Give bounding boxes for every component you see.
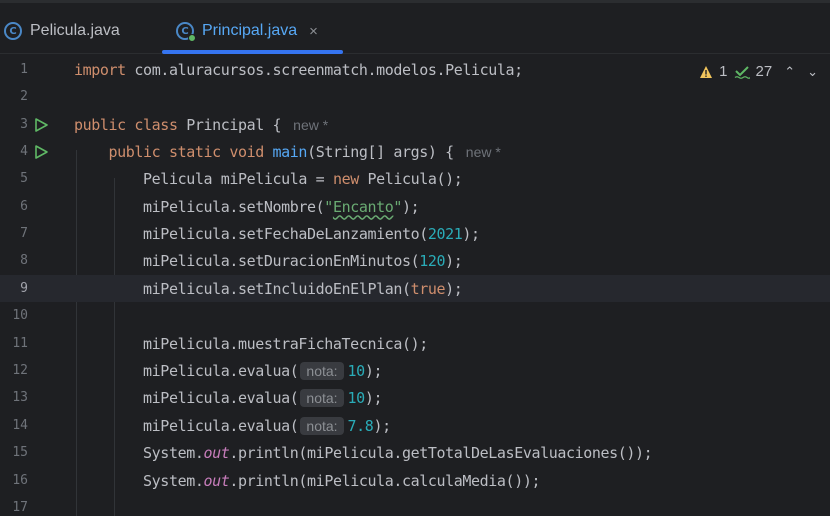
line-number: 11 — [12, 336, 28, 352]
parameter-hint: nota: — [300, 388, 344, 407]
code-text: miPelicula.setNombre("Encanto"); — [143, 197, 420, 216]
code-text: miPelicula.evalua(nota: 7.8); — [143, 416, 391, 435]
code-line[interactable]: 12 miPelicula.evalua(nota: 10); — [0, 357, 830, 384]
code-text: public static void main(String[] args) {… — [108, 142, 501, 161]
run-icon[interactable] — [33, 117, 49, 133]
code-text: import com.aluracursos.screenmatch.model… — [74, 60, 523, 79]
author-hint[interactable]: new * — [293, 117, 328, 133]
class-run-icon: C — [176, 22, 196, 42]
code-editor[interactable]: 1 27 ⌃ ⌄ 1 import com.aluracursos.screen… — [0, 55, 830, 516]
code-text: public class Principal {new * — [74, 115, 329, 134]
code-text: System.out.println(miPelicula.calculaMed… — [143, 471, 541, 490]
line-number: 10 — [12, 308, 28, 324]
parameter-hint: nota: — [300, 361, 344, 380]
code-line[interactable]: 13 miPelicula.evalua(nota: 10); — [0, 384, 830, 411]
close-tab-icon[interactable]: × — [309, 23, 318, 40]
tab-principal-java[interactable]: C Principal.java × — [176, 14, 318, 48]
author-hint[interactable]: new * — [466, 144, 501, 160]
line-number: 13 — [12, 390, 28, 406]
code-line[interactable]: 14 miPelicula.evalua(nota: 7.8); — [0, 412, 830, 439]
code-line[interactable]: 1 import com.aluracursos.screenmatch.mod… — [0, 56, 830, 83]
tab-bar-top-border — [0, 0, 830, 3]
code-line[interactable]: 17 — [0, 494, 830, 516]
editor-tab-bar: C Pelicula.java C Principal.java × — [0, 0, 830, 54]
line-number: 8 — [20, 253, 28, 269]
code-text: miPelicula.setDuracionEnMinutos(120); — [143, 251, 463, 270]
line-number: 5 — [20, 171, 28, 187]
run-icon[interactable] — [33, 144, 49, 160]
line-number: 9 — [20, 281, 28, 297]
line-number: 3 — [20, 117, 28, 133]
line-number: 15 — [12, 445, 28, 461]
code-text: miPelicula.setFechaDeLanzamiento(2021); — [143, 224, 480, 243]
line-number: 12 — [12, 363, 28, 379]
parameter-hint: nota: — [300, 416, 344, 435]
code-text: Pelicula miPelicula = new Pelicula(); — [143, 169, 463, 188]
code-line[interactable]: 8 miPelicula.setDuracionEnMinutos(120); — [0, 247, 830, 274]
code-line[interactable]: 7 miPelicula.setFechaDeLanzamiento(2021)… — [0, 220, 830, 247]
tab-label: Principal.java — [202, 22, 298, 39]
code-line[interactable]: 3 public class Principal {new * — [0, 111, 830, 138]
line-number: 1 — [20, 62, 28, 78]
code-text: System.out.println(miPelicula.getTotalDe… — [143, 443, 653, 462]
code-line[interactable]: 11 miPelicula.muestraFichaTecnica(); — [0, 330, 830, 357]
code-line[interactable]: 15 System.out.println(miPelicula.getTota… — [0, 439, 830, 466]
code-line[interactable]: 4 public static void main(String[] args)… — [0, 138, 830, 165]
code-line[interactable]: 10 — [0, 302, 830, 329]
active-tab-indicator — [162, 50, 343, 54]
code-line[interactable]: 6 miPelicula.setNombre("Encanto"); — [0, 193, 830, 220]
line-number: 4 — [20, 144, 28, 160]
code-line-current[interactable]: 9 miPelicula.setIncluidoEnElPlan(true); — [0, 275, 830, 303]
code-line[interactable]: 5 Pelicula miPelicula = new Pelicula(); — [0, 165, 830, 192]
code-text: miPelicula.setIncluidoEnElPlan(true); — [143, 279, 463, 298]
line-number: 14 — [12, 418, 28, 434]
line-number: 6 — [20, 199, 28, 215]
tab-pelicula-java[interactable]: C Pelicula.java — [4, 14, 120, 48]
line-number: 2 — [20, 89, 28, 105]
code-text: miPelicula.evalua(nota: 10); — [143, 361, 383, 380]
tab-label: Pelicula.java — [30, 22, 120, 39]
code-line[interactable]: 2 — [0, 83, 830, 110]
class-icon: C — [4, 22, 22, 40]
line-number: 7 — [20, 226, 28, 242]
code-text: miPelicula.muestraFichaTecnica(); — [143, 334, 428, 353]
line-number: 16 — [12, 473, 28, 489]
code-text: miPelicula.evalua(nota: 10); — [143, 388, 383, 407]
line-number: 17 — [12, 500, 28, 516]
code-line[interactable]: 16 System.out.println(miPelicula.calcula… — [0, 467, 830, 494]
